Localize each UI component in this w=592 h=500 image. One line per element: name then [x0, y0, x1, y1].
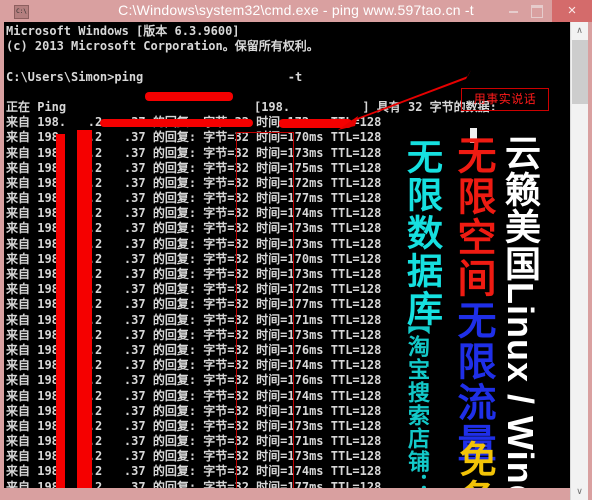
cmd-window: C:\ C:\Windows\system32\cmd.exe - ping w… — [0, 0, 592, 500]
ad-text-database: 无限数据库 — [401, 138, 442, 328]
console-output-area[interactable]: Microsoft Windows [版本 6.3.9600] (c) 2013 … — [4, 22, 570, 488]
ad-text-space: 无限空间 — [451, 135, 496, 299]
ad-text-brand: 云籁美国Linux / Windows — [500, 134, 541, 488]
console-line: (c) 2013 Microsoft Corporation。保留所有权利。 — [6, 39, 319, 54]
time-column-highlight-box — [236, 132, 294, 488]
ping-host-redaction — [100, 119, 253, 127]
command-host-redaction — [145, 92, 233, 101]
maximize-button[interactable] — [526, 0, 548, 22]
ip-redaction-bar-2 — [77, 130, 92, 488]
ad-text-taobao: 【淘宝搜索店铺：云籁数据】 — [404, 312, 429, 488]
scrollbar-track[interactable] — [571, 39, 588, 483]
ip-redaction-bar-1 — [56, 134, 65, 488]
scrollbar-thumb[interactable] — [572, 40, 588, 104]
ad-text-no-filing: 免备案 — [453, 440, 496, 488]
minimize-button[interactable] — [502, 0, 524, 22]
console-line: Microsoft Windows [版本 6.3.9600] — [6, 24, 240, 38]
close-button[interactable]: × — [552, 0, 592, 22]
ping-ip-redaction — [279, 119, 352, 128]
callout-label: 用事实说话 — [461, 88, 549, 111]
vertical-scrollbar[interactable]: ∧ ∨ — [570, 22, 588, 500]
scroll-down-arrow-icon[interactable]: ∨ — [571, 483, 588, 500]
scroll-up-arrow-icon[interactable]: ∧ — [571, 22, 588, 39]
console-line: 正在 Ping [198. ] 具有 32 字节的数据: — [6, 99, 497, 114]
console-line: C:\Users\Simon>ping -t — [6, 69, 303, 84]
title-bar[interactable]: C:\ C:\Windows\system32\cmd.exe - ping w… — [0, 0, 592, 22]
